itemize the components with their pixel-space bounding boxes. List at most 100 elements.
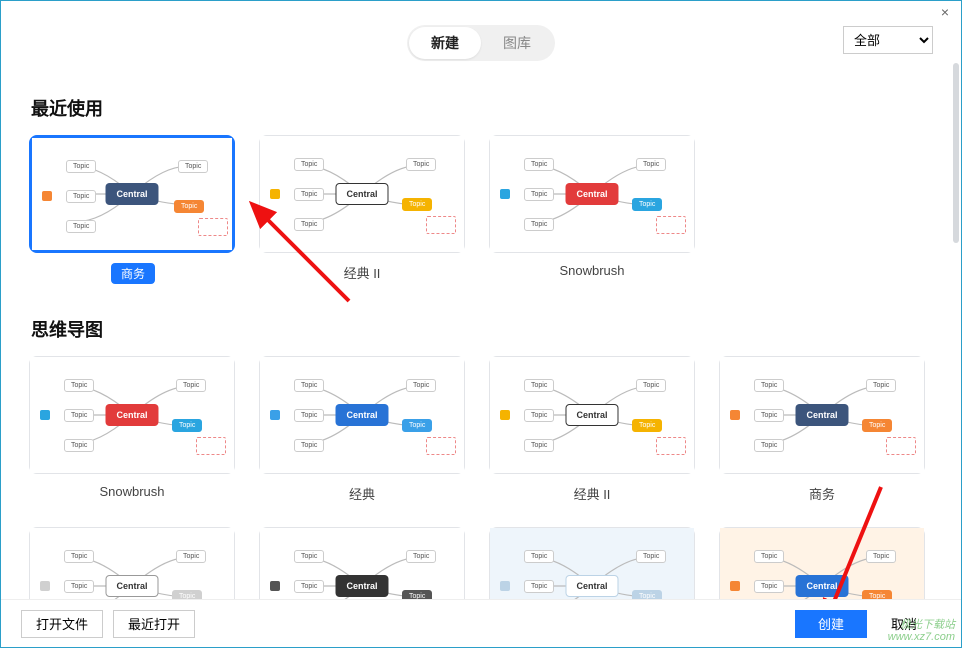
template-card: Central Topic Topic Topic Topic Topic Sn… — [489, 135, 695, 284]
template-card: Central Topic Topic Topic Topic Topic 商务 — [719, 356, 925, 503]
mindmap-topic: Topic — [178, 160, 208, 173]
grid-recent: Central Topic Topic Topic Topic Topic 商务… — [29, 135, 933, 284]
template-label: 商务 — [719, 484, 925, 503]
template-thumb[interactable]: Central Topic Topic Topic Topic Topic — [259, 527, 465, 599]
template-card: Central Topic Topic Topic Topic Topic 经典… — [259, 135, 465, 284]
scrollbar-thumb[interactable] — [953, 63, 959, 243]
mindmap-topic: Topic — [66, 190, 96, 203]
close-button[interactable]: × — [937, 4, 953, 20]
mindmap-subtopic — [426, 437, 456, 455]
tab-group: 新建 图库 — [407, 25, 555, 61]
mindmap-central: Central — [105, 575, 158, 597]
section-title-recent: 最近使用 — [31, 95, 933, 121]
mindmap-topic: Topic — [754, 409, 784, 422]
mindmap-topic: Topic — [294, 218, 324, 231]
mindmap-central: Central — [335, 575, 388, 597]
mindmap-topic: Topic — [862, 590, 892, 599]
mindmap-topic: Topic — [754, 379, 784, 392]
mindmap-central: Central — [565, 183, 618, 205]
mindmap-topic: Topic — [64, 409, 94, 422]
mindmap-topic: Topic — [294, 188, 324, 201]
template-thumb[interactable]: Central Topic Topic Topic Topic Topic — [719, 356, 925, 474]
mindmap-topic: Topic — [632, 419, 662, 432]
mindmap-topic: Topic — [66, 160, 96, 173]
mindmap-topic: Topic — [524, 188, 554, 201]
mindmap-topic: Topic — [64, 379, 94, 392]
title-bar: × — [1, 1, 961, 23]
template-thumb[interactable]: Central Topic Topic Topic Topic Topic — [259, 356, 465, 474]
mindmap-topic: Topic — [294, 379, 324, 392]
mindmap-central: Central — [795, 404, 848, 426]
mindmap-topic: Topic — [754, 439, 784, 452]
filter-dropdown[interactable]: 全部 — [843, 26, 933, 54]
mindmap-topic: Topic — [636, 158, 666, 171]
template-card: Central Topic Topic Topic Topic Topic — [29, 527, 235, 599]
mindmap-topic: Topic — [172, 419, 202, 432]
template-thumb[interactable]: Central Topic Topic Topic Topic Topic — [489, 135, 695, 253]
mindmap-topic: Topic — [524, 439, 554, 452]
mindmap-central: Central — [795, 575, 848, 597]
mindmap-topic: Topic — [524, 550, 554, 563]
cancel-button[interactable]: 取消 — [877, 610, 931, 638]
mindmap-topic: Topic — [524, 158, 554, 171]
mindmap-topic: Topic — [176, 550, 206, 563]
template-thumb[interactable]: Central Topic Topic Topic Topic Topic — [29, 527, 235, 599]
mindmap-topic: Topic — [632, 198, 662, 211]
mindmap-topic: Topic — [172, 590, 202, 599]
mindmap-topic: Topic — [524, 580, 554, 593]
mindmap-topic: Topic — [862, 419, 892, 432]
mindmap-topic: Topic — [524, 379, 554, 392]
template-card: Central Topic Topic Topic Topic Topic — [489, 527, 695, 599]
footer-bar: 打开文件 最近打开 创建 取消 — [1, 599, 961, 647]
mindmap-topic: Topic — [402, 198, 432, 211]
mindmap-topic: Topic — [294, 158, 324, 171]
template-thumb[interactable]: Central Topic Topic Topic Topic Topic — [259, 135, 465, 253]
mindmap-topic: Topic — [294, 580, 324, 593]
template-label: 经典 II — [259, 263, 465, 282]
app-window: × 新建 图库 全部 最近使用 Central Topic Topic Topi… — [0, 0, 962, 648]
create-button[interactable]: 创建 — [795, 610, 867, 638]
recent-open-button[interactable]: 最近打开 — [113, 610, 195, 638]
template-thumb[interactable]: Central Topic Topic Topic Topic Topic — [719, 527, 925, 599]
tab-gallery[interactable]: 图库 — [481, 27, 553, 59]
mindmap-topic: Topic — [754, 580, 784, 593]
template-card: Central Topic Topic Topic Topic Topic 经典… — [489, 356, 695, 503]
content-area[interactable]: 最近使用 Central Topic Topic Topic Topic Top… — [1, 63, 961, 599]
mindmap-topic: Topic — [174, 200, 204, 213]
mindmap-topic: Topic — [524, 409, 554, 422]
mindmap-topic: Topic — [294, 409, 324, 422]
mindmap-topic: Topic — [866, 550, 896, 563]
open-file-button[interactable]: 打开文件 — [21, 610, 103, 638]
mindmap-topic: Topic — [64, 580, 94, 593]
template-label: 经典 II — [489, 484, 695, 503]
mindmap-subtopic — [198, 218, 228, 236]
template-card: Central Topic Topic Topic Topic Topic Sn… — [29, 356, 235, 503]
mindmap-topic: Topic — [406, 158, 436, 171]
template-label: Snowbrush — [489, 263, 695, 278]
template-thumb[interactable]: Central Topic Topic Topic Topic Topic — [29, 356, 235, 474]
mindmap-subtopic — [656, 216, 686, 234]
mindmap-topic: Topic — [294, 550, 324, 563]
mindmap-subtopic — [196, 437, 226, 455]
mindmap-topic: Topic — [632, 590, 662, 599]
mindmap-central: Central — [335, 183, 388, 205]
mindmap-central: Central — [565, 575, 618, 597]
mindmap-topic: Topic — [64, 439, 94, 452]
template-thumb[interactable]: Central Topic Topic Topic Topic Topic — [489, 356, 695, 474]
template-card: Central Topic Topic Topic Topic Topic 经典 — [259, 356, 465, 503]
mindmap-topic: Topic — [402, 419, 432, 432]
mindmap-subtopic — [656, 437, 686, 455]
template-thumb[interactable]: Central Topic Topic Topic Topic Topic — [29, 135, 235, 253]
mindmap-central: Central — [335, 404, 388, 426]
mindmap-topic: Topic — [402, 590, 432, 599]
filter-select[interactable]: 全部 — [843, 26, 933, 54]
template-thumb[interactable]: Central Topic Topic Topic Topic Topic — [489, 527, 695, 599]
template-label: 商务 — [111, 263, 155, 284]
grid-mindmap: Central Topic Topic Topic Topic Topic Sn… — [29, 356, 933, 599]
template-label: Snowbrush — [29, 484, 235, 499]
mindmap-central: Central — [105, 183, 158, 205]
tab-new[interactable]: 新建 — [409, 27, 481, 59]
mindmap-topic: Topic — [636, 379, 666, 392]
mindmap-topic: Topic — [524, 218, 554, 231]
template-card: Central Topic Topic Topic Topic Topic 商务 — [29, 135, 235, 284]
